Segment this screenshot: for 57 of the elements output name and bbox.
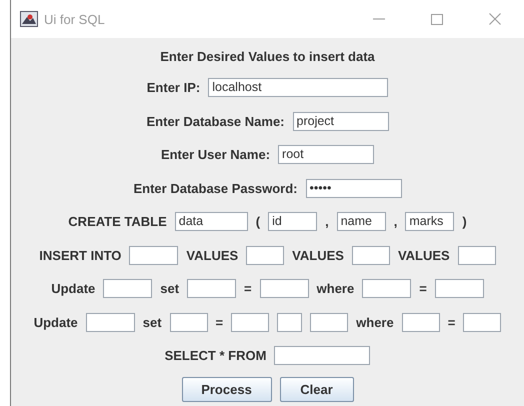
input-field[interactable]	[434, 279, 484, 298]
field-label: =	[244, 281, 252, 296]
field-label: set	[160, 281, 180, 296]
field-label: VALUES	[186, 248, 238, 263]
input-field[interactable]: project	[292, 112, 388, 131]
field-label: CREATE TABLE	[68, 214, 167, 230]
field-label: VALUES	[398, 248, 450, 263]
maximize-icon[interactable]	[431, 14, 443, 24]
input-field[interactable]	[170, 312, 208, 332]
input-field[interactable]	[458, 246, 496, 265]
input-field[interactable]	[352, 246, 390, 265]
action-button[interactable]: Process	[182, 376, 272, 402]
field-label: set	[142, 314, 162, 330]
input-field[interactable]	[274, 346, 370, 366]
field-label: where	[316, 281, 354, 296]
field-label: Enter User Name:	[160, 147, 270, 162]
field-label: where	[356, 314, 394, 330]
input-field[interactable]	[86, 312, 135, 332]
field-label: =	[419, 281, 427, 296]
input-field[interactable]	[310, 312, 348, 332]
input-field[interactable]	[103, 279, 152, 298]
field-label: Update	[51, 281, 96, 296]
input-field[interactable]	[362, 279, 412, 298]
input-field[interactable]: •••••	[306, 178, 402, 198]
form-heading: Enter Desired Values to insert data	[160, 48, 375, 66]
window-title: Ui for SQL	[44, 12, 106, 26]
field-label: SELECT * FROM	[164, 348, 266, 364]
field-label: (	[256, 214, 260, 230]
input-field[interactable]: localhost	[208, 78, 388, 98]
input-field[interactable]	[187, 279, 236, 298]
field-label: Enter Database Password:	[133, 180, 298, 196]
field-label: VALUES	[292, 248, 344, 263]
field-label: ,	[394, 214, 398, 230]
input-field[interactable]	[260, 279, 309, 298]
field-label: Enter IP:	[146, 80, 200, 96]
field-label: Update	[34, 314, 78, 330]
input-field[interactable]: id	[268, 212, 318, 232]
input-field[interactable]	[277, 312, 302, 332]
minimize-icon[interactable]	[373, 18, 385, 20]
input-field[interactable]	[129, 246, 178, 265]
field-label: =	[216, 314, 224, 330]
field-label: INSERT INTO	[39, 248, 122, 263]
input-field[interactable]	[402, 312, 440, 332]
input-field[interactable]	[246, 246, 284, 265]
field-label: =	[448, 314, 456, 330]
input-field[interactable]	[463, 312, 502, 332]
input-field[interactable]: name	[336, 212, 386, 232]
action-button[interactable]: Clear	[280, 376, 354, 402]
app-icon	[20, 11, 38, 27]
field-label: Enter Database Name:	[146, 114, 284, 129]
field-label: ,	[325, 214, 329, 230]
input-field[interactable]: data	[174, 212, 248, 232]
field-label: )	[462, 214, 467, 230]
input-field[interactable]	[231, 312, 270, 332]
close-icon[interactable]	[489, 13, 501, 25]
input-field[interactable]: root	[278, 145, 374, 164]
input-field[interactable]: marks	[405, 212, 454, 232]
